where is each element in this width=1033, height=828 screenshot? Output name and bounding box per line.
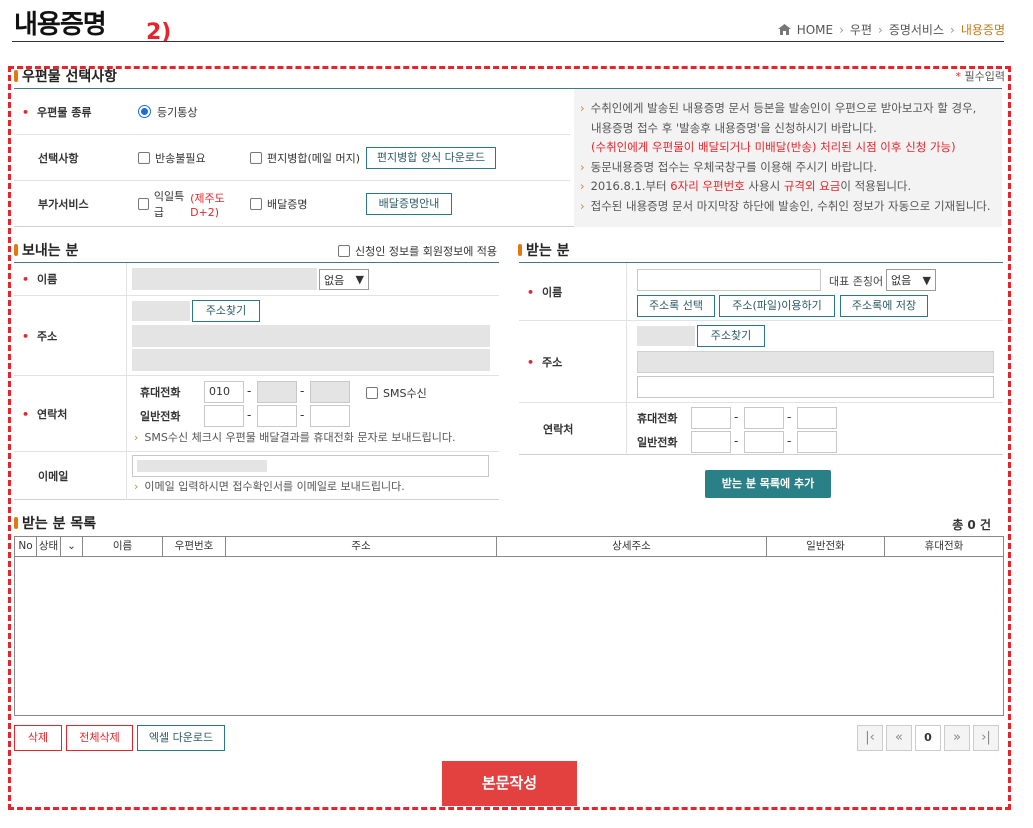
sender-address-detail-input[interactable] — [132, 349, 490, 371]
receiver-mobile-label: 휴대전화 — [637, 412, 678, 425]
receiver-section-title: 받는 분 — [518, 240, 570, 260]
excel-download-button[interactable]: 엑셀 다운로드 — [137, 725, 225, 751]
receiver-contact-label: 연락처 — [543, 423, 574, 436]
col-name: 이름 — [83, 537, 163, 556]
sender-email-input[interactable] — [132, 455, 489, 477]
addrbook-select-button[interactable]: 주소록 선택 — [637, 295, 715, 317]
home-icon[interactable] — [777, 24, 791, 35]
receiver-address-input[interactable] — [637, 351, 994, 373]
sms-checkbox[interactable]: SMS수신 — [366, 385, 427, 401]
merge-download-button[interactable]: 편지병합 양식 다운로드 — [366, 146, 496, 169]
file-use-button[interactable]: 주소(파일)이용하기 — [719, 295, 835, 317]
list-section-title: 받는 분 목록 — [14, 513, 96, 533]
sender-phone-1[interactable] — [204, 405, 244, 427]
col-mobile: 휴대전화 — [924, 540, 964, 552]
sender-zip-input[interactable] — [132, 301, 190, 321]
return-checkbox[interactable]: 반송불필요 — [124, 150, 250, 166]
sender-name-label: 이름 — [37, 273, 58, 286]
receiver-mobile-1[interactable] — [691, 407, 731, 429]
sender-address-input[interactable] — [132, 325, 490, 347]
sender-table: • 이름 없음 ▼ • 주소 주소찾기 • 연락처 휴대전화 010 - - SMS수신… — [14, 262, 499, 500]
nextday-checkbox[interactable]: 익일특급 (제주도 D+2) — [124, 188, 250, 220]
receiver-mobile-2[interactable] — [744, 407, 784, 429]
sender-mobile-label: 휴대전화 — [140, 386, 181, 399]
select-label: 선택사항 — [38, 151, 79, 165]
col-no: No — [15, 537, 37, 556]
col-status: 상태 — [37, 537, 61, 556]
sender-phone-label: 일반전화 — [140, 410, 181, 423]
options-section-title: 우편물 선택사항 — [14, 66, 117, 86]
save-addrbook-button[interactable]: 주소록에 저장 — [840, 295, 928, 317]
sender-name-input[interactable] — [132, 268, 317, 290]
receiver-mobile-3[interactable] — [797, 407, 837, 429]
sender-section-title: 보내는 분 — [14, 240, 78, 260]
receiver-list-table: No 상태 ⌄ 이름 우편번호 주소 상세주소 일반전화 휴대전화 — [14, 536, 1004, 716]
current-page[interactable]: 0 — [915, 725, 941, 751]
page-title: 내용증명 — [14, 10, 107, 40]
receiver-honorific-select[interactable]: 없음 ▼ — [886, 269, 936, 291]
options-table: • 우편물 종류 등기통상 선택사항 반송불필요 편지병합(메일 머지) 편지병합… — [14, 88, 1002, 227]
sms-note: › SMS수신 체크시 우편물 배달결과를 휴대전화 문자로 보내드립니다. — [134, 431, 456, 444]
receiver-zip-input[interactable] — [637, 326, 695, 346]
delivery-cert-checkbox[interactable]: 배달증명 — [250, 196, 366, 212]
receiver-phone-1[interactable] — [691, 431, 731, 453]
breadcrumb-home[interactable]: HOME — [797, 23, 833, 37]
receiver-table: • 이름 대표 존칭어 없음 ▼ 주소록 선택 주소(파일)이용하기 주소록에 저장… — [519, 262, 1003, 455]
first-page-icon[interactable]: |‹ — [857, 725, 883, 751]
required-note: * 필수입력 — [955, 70, 1005, 83]
receiver-name-input[interactable] — [637, 269, 821, 291]
sender-mobile-1[interactable]: 010 — [204, 381, 244, 403]
addon-label: 부가서비스 — [38, 198, 89, 211]
col-detail-address: 상세주소 — [497, 537, 767, 556]
receiver-honorific-label: 대표 존칭어 — [829, 275, 884, 288]
sender-mobile-2[interactable] — [257, 381, 297, 403]
email-note: › 이메일 입력하시면 접수확인서를 이메일로 보내드립니다. — [134, 480, 405, 493]
sender-email-label: 이메일 — [38, 470, 69, 483]
add-receiver-button[interactable]: 받는 분 목록에 추가 — [705, 470, 831, 498]
receiver-find-address-button[interactable]: 주소찾기 — [697, 325, 765, 347]
title-divider — [12, 41, 1004, 42]
list-header: No 상태 ⌄ 이름 우편번호 주소 상세주소 일반전화 휴대전화 — [15, 537, 1003, 557]
delivery-guide-button[interactable]: 배달증명안내 — [366, 193, 452, 215]
receiver-address-detail-input[interactable] — [637, 376, 994, 398]
col-phone: 일반전화 — [767, 537, 885, 556]
sender-phone-2[interactable] — [257, 405, 297, 427]
receiver-phone-label: 일반전화 — [637, 436, 678, 449]
breadcrumb-current: 내용증명 — [960, 23, 1005, 37]
col-zip: 우편번호 — [163, 537, 226, 556]
pagination: |‹ « 0 » ›| — [857, 725, 999, 751]
sender-phone-3[interactable] — [310, 405, 350, 427]
breadcrumb: HOME › 우편 › 증명서비스 › 내용증명 — [777, 21, 1005, 38]
delete-all-button[interactable]: 전체삭제 — [66, 725, 133, 751]
receiver-name-label: 이름 — [542, 285, 563, 299]
prev-page-icon[interactable]: « — [886, 725, 912, 751]
receiver-phone-2[interactable] — [744, 431, 784, 453]
sender-find-address-button[interactable]: 주소찾기 — [192, 300, 260, 322]
breadcrumb-post[interactable]: 우편 — [850, 21, 872, 38]
sort-chevron-icon[interactable]: ⌄ — [61, 537, 83, 556]
write-body-button[interactable]: 본문작성 — [442, 761, 577, 806]
breadcrumb-cert[interactable]: 증명서비스 — [889, 21, 944, 38]
col-address: 주소 — [226, 537, 497, 556]
sender-mobile-3[interactable] — [310, 381, 350, 403]
sender-address-label: 주소 — [37, 329, 58, 343]
merge-checkbox[interactable]: 편지병합(메일 머지) — [250, 150, 366, 166]
options-info: › 수취인에게 발송된 내용증명 문서 등본을 발송인이 우편으로 받아보고자 할… — [580, 101, 991, 213]
mail-type-radio[interactable]: 등기통상 — [124, 104, 197, 120]
delete-button[interactable]: 삭제 — [14, 725, 62, 751]
last-page-icon[interactable]: ›| — [973, 725, 999, 751]
mail-type-label: 우편물 종류 — [37, 105, 92, 119]
apply-member-checkbox[interactable]: 신청인 정보를 회원정보에 적용 — [338, 243, 497, 259]
receiver-address-label: 주소 — [542, 355, 563, 369]
sender-honorific-select[interactable]: 없음 ▼ — [319, 269, 369, 290]
sender-contact-label: 연락처 — [37, 407, 68, 421]
list-total: 총 0 건 — [952, 518, 991, 532]
next-page-icon[interactable]: » — [944, 725, 970, 751]
receiver-phone-3[interactable] — [797, 431, 837, 453]
